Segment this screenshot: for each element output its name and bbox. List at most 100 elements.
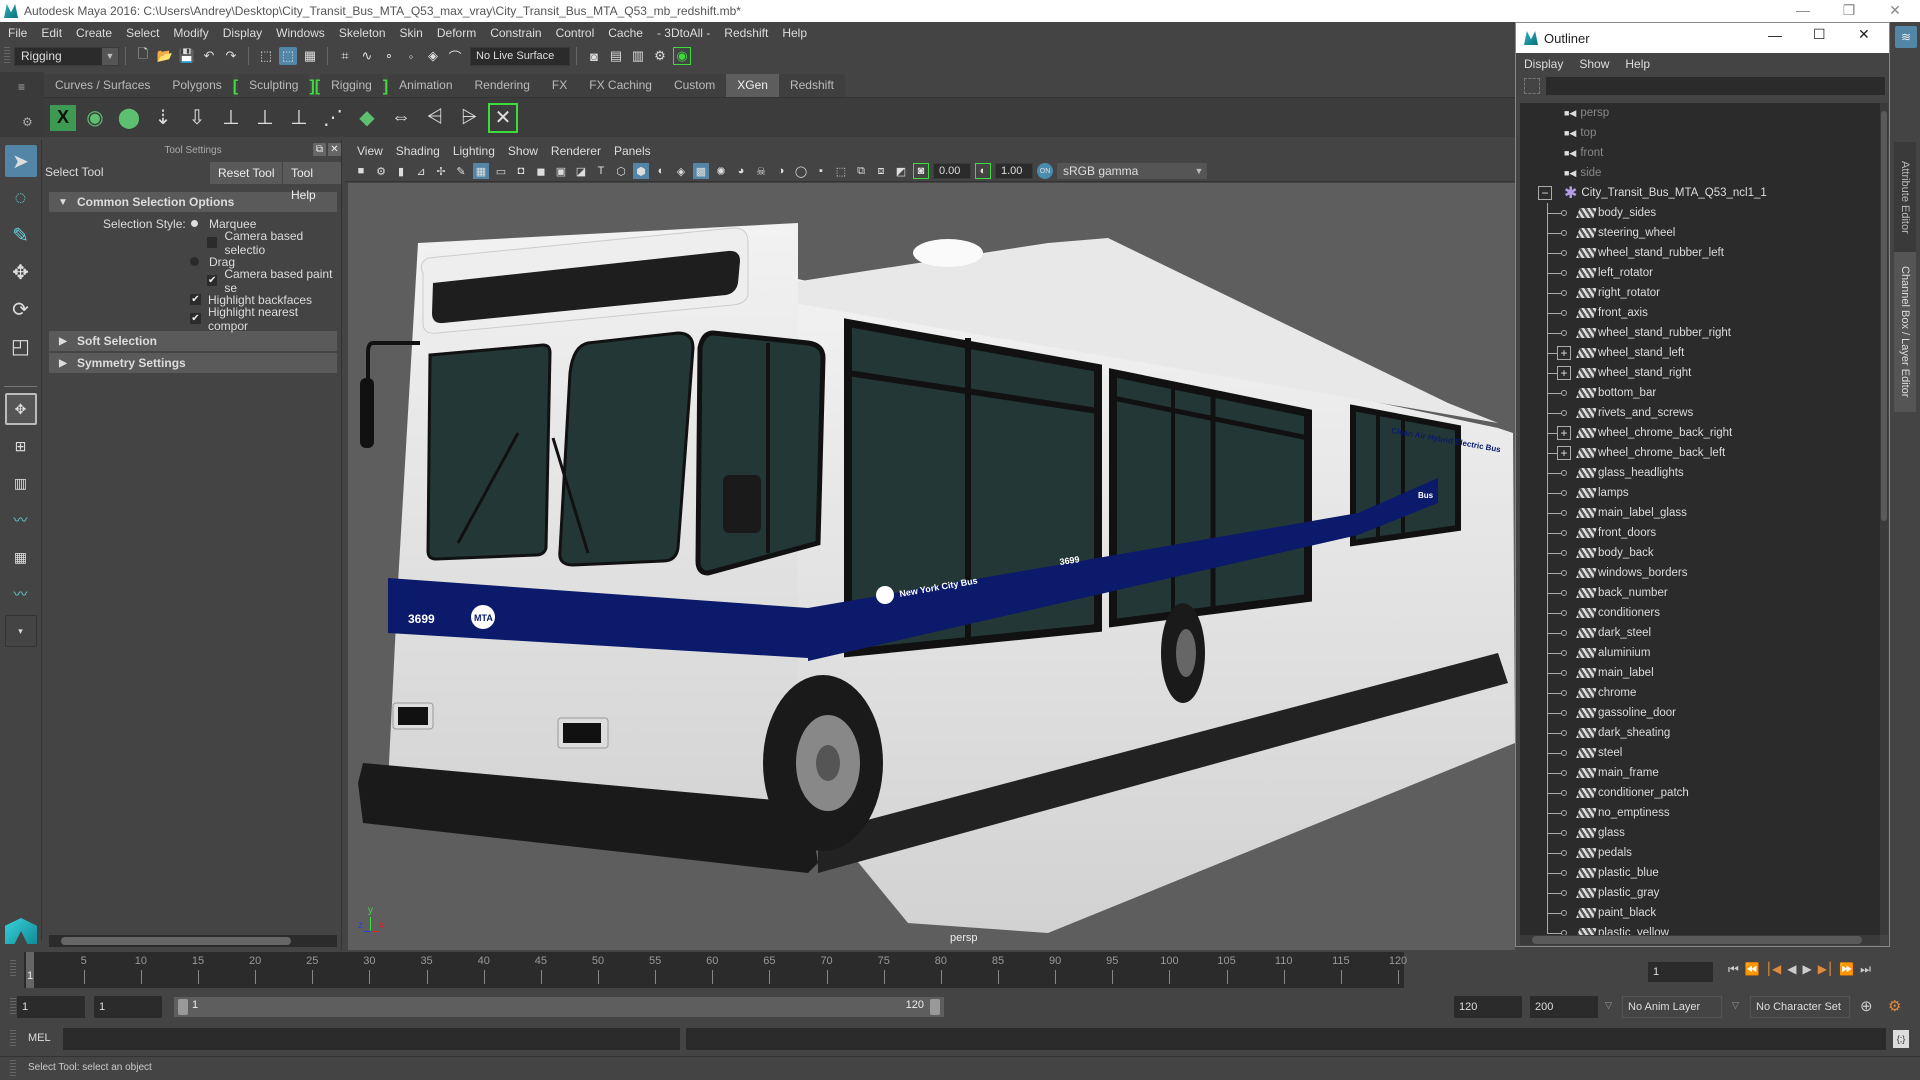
outliner-item[interactable]: + wheel_stand_right — [1520, 363, 1880, 383]
outliner-item[interactable]: glass_headlights — [1520, 463, 1880, 483]
outliner-item-root[interactable]: − ✱ City_Transit_Bus_MTA_Q53_ncl1_1 — [1520, 183, 1880, 203]
outliner-item[interactable]: back_number — [1520, 583, 1880, 603]
xgen-add-guide-point-icon[interactable]: ⊥ — [216, 103, 246, 133]
2d-pan-zoom-icon[interactable]: ✢ — [433, 163, 449, 179]
menu-windows[interactable]: Windows — [276, 26, 325, 40]
scrollbar-thumb[interactable] — [1881, 111, 1887, 521]
outliner-menu-help[interactable]: Help — [1625, 57, 1650, 71]
character-set-dropdown[interactable]: No Character Set — [1750, 996, 1850, 1018]
xgen-move-guide-icon[interactable]: ⇩ — [182, 103, 212, 133]
xgen-editor-icon[interactable]: X — [50, 104, 76, 131]
range-end-handle[interactable] — [930, 999, 940, 1015]
menu-modify[interactable]: Modify — [173, 26, 208, 40]
outliner-item[interactable]: wheel_stand_rubber_left — [1520, 243, 1880, 263]
layout-hypershade-icon[interactable]: ▦ — [5, 541, 37, 573]
outliner-item[interactable]: left_rotator — [1520, 263, 1880, 283]
outliner-item[interactable]: steel — [1520, 743, 1880, 763]
xgen-sculpt-guide-icon[interactable]: ⋰ — [318, 103, 348, 133]
shelf-tab-rendering[interactable]: Rendering — [463, 74, 541, 97]
save-scene-icon[interactable]: 💾 — [178, 47, 196, 65]
wireframe-icon[interactable]: ⬡ — [613, 163, 629, 179]
wireframe-on-shaded-icon[interactable]: ◈ — [673, 163, 689, 179]
outliner-item[interactable]: rivets_and_screws — [1520, 403, 1880, 423]
outliner-item[interactable]: glass — [1520, 823, 1880, 843]
highlight-nearest-row[interactable]: ✔ Highlight nearest compor — [45, 305, 341, 333]
shelf-tab-xgen[interactable]: XGen — [726, 74, 779, 97]
outliner-item[interactable]: steering_wheel — [1520, 223, 1880, 243]
minimize-button[interactable]: — — [1780, 0, 1826, 22]
xray-components-icon[interactable]: ◯ — [793, 163, 809, 179]
expand-icon[interactable]: + — [1557, 426, 1571, 440]
layers-icon[interactable]: ≋ — [1895, 26, 1917, 48]
menu-redshift[interactable]: Redshift — [724, 26, 768, 40]
tool-settings-scrollbar[interactable] — [49, 935, 337, 947]
menu-edit[interactable]: Edit — [41, 26, 62, 40]
outliner-item[interactable]: + wheel_chrome_back_right — [1520, 423, 1880, 443]
play-forwards-icon[interactable]: ▶ — [1802, 962, 1811, 977]
default-material-icon[interactable]: ◐ — [653, 163, 669, 179]
scrollbar-thumb[interactable] — [1532, 936, 1862, 944]
camera-based-paint-row[interactable]: ✔ Camera based paint se — [45, 267, 341, 295]
outliner-item[interactable]: dark_steel — [1520, 623, 1880, 643]
render-sequence-icon[interactable]: ▤ — [607, 47, 625, 65]
outliner-item-camera[interactable]: ■◀ persp — [1520, 103, 1880, 123]
open-scene-icon[interactable]: 📂 — [156, 47, 174, 65]
viewport-menu-renderer[interactable]: Renderer — [551, 144, 601, 158]
menu-skin[interactable]: Skin — [400, 26, 423, 40]
textured-icon[interactable]: ▩ — [693, 163, 709, 179]
select-component-icon[interactable]: ▦ — [301, 47, 319, 65]
isolate-select-icon[interactable]: ⬚ — [833, 163, 849, 179]
animation-end-field[interactable]: 200 — [1530, 996, 1598, 1018]
outliner-item[interactable]: no_emptiness — [1520, 803, 1880, 823]
outliner-item[interactable]: plastic_yellow — [1520, 923, 1880, 935]
play-backwards-icon[interactable]: ◀ — [1787, 962, 1796, 977]
layout-custom-icon[interactable]: 〰 — [5, 578, 37, 610]
xray-icon[interactable]: ☠ — [753, 163, 769, 179]
xgen-guide-length-icon[interactable]: ⇔ — [386, 103, 416, 133]
outliner-vscrollbar[interactable] — [1880, 103, 1888, 935]
grip[interactable] — [10, 998, 16, 1016]
redo-icon[interactable]: ↷ — [222, 47, 240, 65]
reset-tool-button[interactable]: Reset Tool — [210, 162, 283, 184]
collapse-icon[interactable]: − — [1538, 186, 1552, 200]
filter-icon[interactable] — [1524, 78, 1540, 94]
shadows-icon[interactable]: ◕ — [733, 163, 749, 179]
shelf-tab-animation[interactable]: Animation — [388, 74, 464, 97]
outliner-maximize-button[interactable]: ☐ — [1813, 26, 1826, 43]
field-chart-icon[interactable]: ▣ — [553, 163, 569, 179]
menu-3dtoall[interactable]: - 3DtoAll - — [657, 26, 710, 40]
exposure-field[interactable]: 0.00 — [933, 163, 971, 179]
viewport-menu-shading[interactable]: Shading — [396, 144, 440, 158]
layout-four-pane-icon[interactable]: ⊞ — [5, 430, 37, 462]
checkbox-checked[interactable]: ✔ — [190, 313, 201, 324]
safe-action-icon[interactable]: ◪ — [573, 163, 589, 179]
outliner-item[interactable]: conditioners — [1520, 603, 1880, 623]
viewport-menu-lighting[interactable]: Lighting — [453, 144, 495, 158]
snap-point-icon[interactable]: ∘ — [380, 47, 398, 65]
go-to-end-icon[interactable]: ⏭ — [1860, 962, 1871, 977]
image-plane-icon[interactable]: ⊿ — [413, 163, 429, 179]
shelf-tab-polygons[interactable]: Polygons — [161, 74, 233, 97]
close-panel-icon[interactable]: ✕ — [328, 143, 341, 156]
ambient-occlusion-icon[interactable]: ▪ — [813, 163, 829, 179]
gamma-field[interactable]: 1.00 — [995, 163, 1033, 179]
smooth-shade-icon[interactable]: ⬢ — [633, 163, 649, 179]
xgen-select-guide-icon[interactable]: ⩤ — [420, 103, 450, 133]
bus-model[interactable]: 3699 MTA New York City Bus 3699 Clean Ai… — [348, 183, 1515, 950]
bookmark-icon[interactable]: ▮ — [393, 163, 409, 179]
outliner-item[interactable]: front_axis — [1520, 303, 1880, 323]
shelf-settings-icon[interactable]: ⚙ — [22, 115, 33, 129]
toolbar-grip[interactable] — [4, 47, 10, 65]
playback-end-field[interactable]: 120 — [1454, 996, 1522, 1018]
shelf-tab-sculpting[interactable]: Sculpting — [238, 74, 310, 97]
animation-start-field[interactable]: 1 — [17, 996, 85, 1018]
outliner-item[interactable]: main_frame — [1520, 763, 1880, 783]
shelf-tab-curves-surfaces[interactable]: Curves / Surfaces — [44, 74, 162, 97]
grip[interactable] — [10, 960, 16, 978]
expand-icon[interactable]: + — [1557, 366, 1571, 380]
step-back-key-icon[interactable]: ⏪ — [1745, 962, 1760, 977]
time-slider-track[interactable]: 1 5 10 15 20 25 30 35 40 45 50 55 60 65 70 75 80 85 90 95 1… — [24, 952, 1407, 988]
select-object-icon[interactable]: ⬚ — [279, 47, 297, 65]
close-button[interactable]: ✕ — [1872, 0, 1918, 22]
exposure-icon[interactable]: ◙ — [913, 163, 929, 179]
